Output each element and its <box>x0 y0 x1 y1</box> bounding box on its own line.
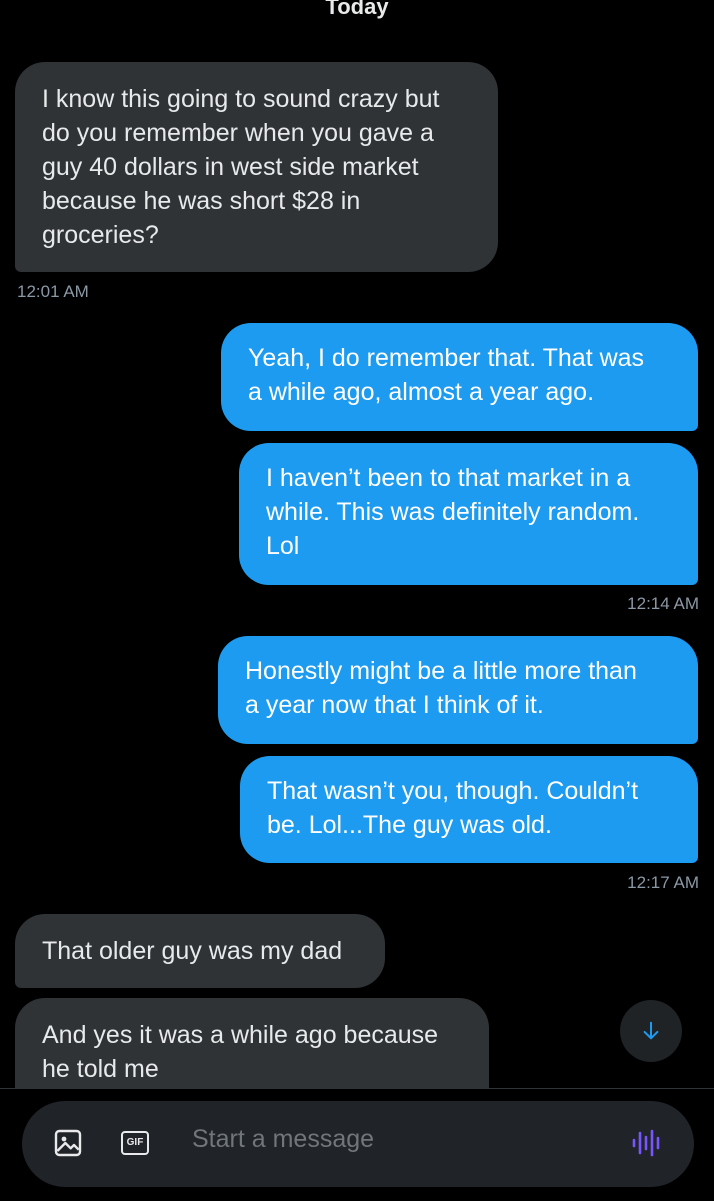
message-thread: Today I know this going to sound crazy b… <box>0 0 714 1088</box>
voice-message-button[interactable] <box>630 1126 664 1160</box>
message-bubble-incoming[interactable]: That older guy was my dad <box>15 914 385 988</box>
date-divider: Today <box>325 0 389 19</box>
message-timestamp: 12:01 AM <box>17 282 89 301</box>
media-button[interactable] <box>51 1126 85 1160</box>
message-bubble-outgoing[interactable]: Honestly might be a little more than a y… <box>218 636 698 744</box>
message-bubble-incoming[interactable]: And yes it was a while ago because he to… <box>15 998 489 1088</box>
message-composer[interactable]: GIF Start a message <box>22 1101 694 1187</box>
scroll-to-bottom-button[interactable] <box>620 1000 682 1062</box>
message-bubble-outgoing[interactable]: I haven’t been to that market in a while… <box>239 443 698 585</box>
gif-button[interactable]: GIF <box>118 1126 152 1160</box>
message-bubble-outgoing[interactable]: That wasn’t you, though. Couldn’t be. Lo… <box>240 756 698 863</box>
gif-icon: GIF <box>121 1131 149 1155</box>
message-input[interactable]: Start a message <box>192 1125 374 1154</box>
message-bubble-incoming[interactable]: I know this going to sound crazy but do … <box>15 62 498 272</box>
message-bubble-outgoing[interactable]: Yeah, I do remember that. That was a whi… <box>221 323 698 431</box>
voice-waveform-icon <box>632 1129 660 1157</box>
message-timestamp: 12:17 AM <box>627 873 699 892</box>
image-icon <box>54 1129 82 1157</box>
message-timestamp: 12:14 AM <box>627 594 699 613</box>
arrow-down-icon <box>643 1021 659 1040</box>
gif-label: GIF <box>126 1137 144 1148</box>
